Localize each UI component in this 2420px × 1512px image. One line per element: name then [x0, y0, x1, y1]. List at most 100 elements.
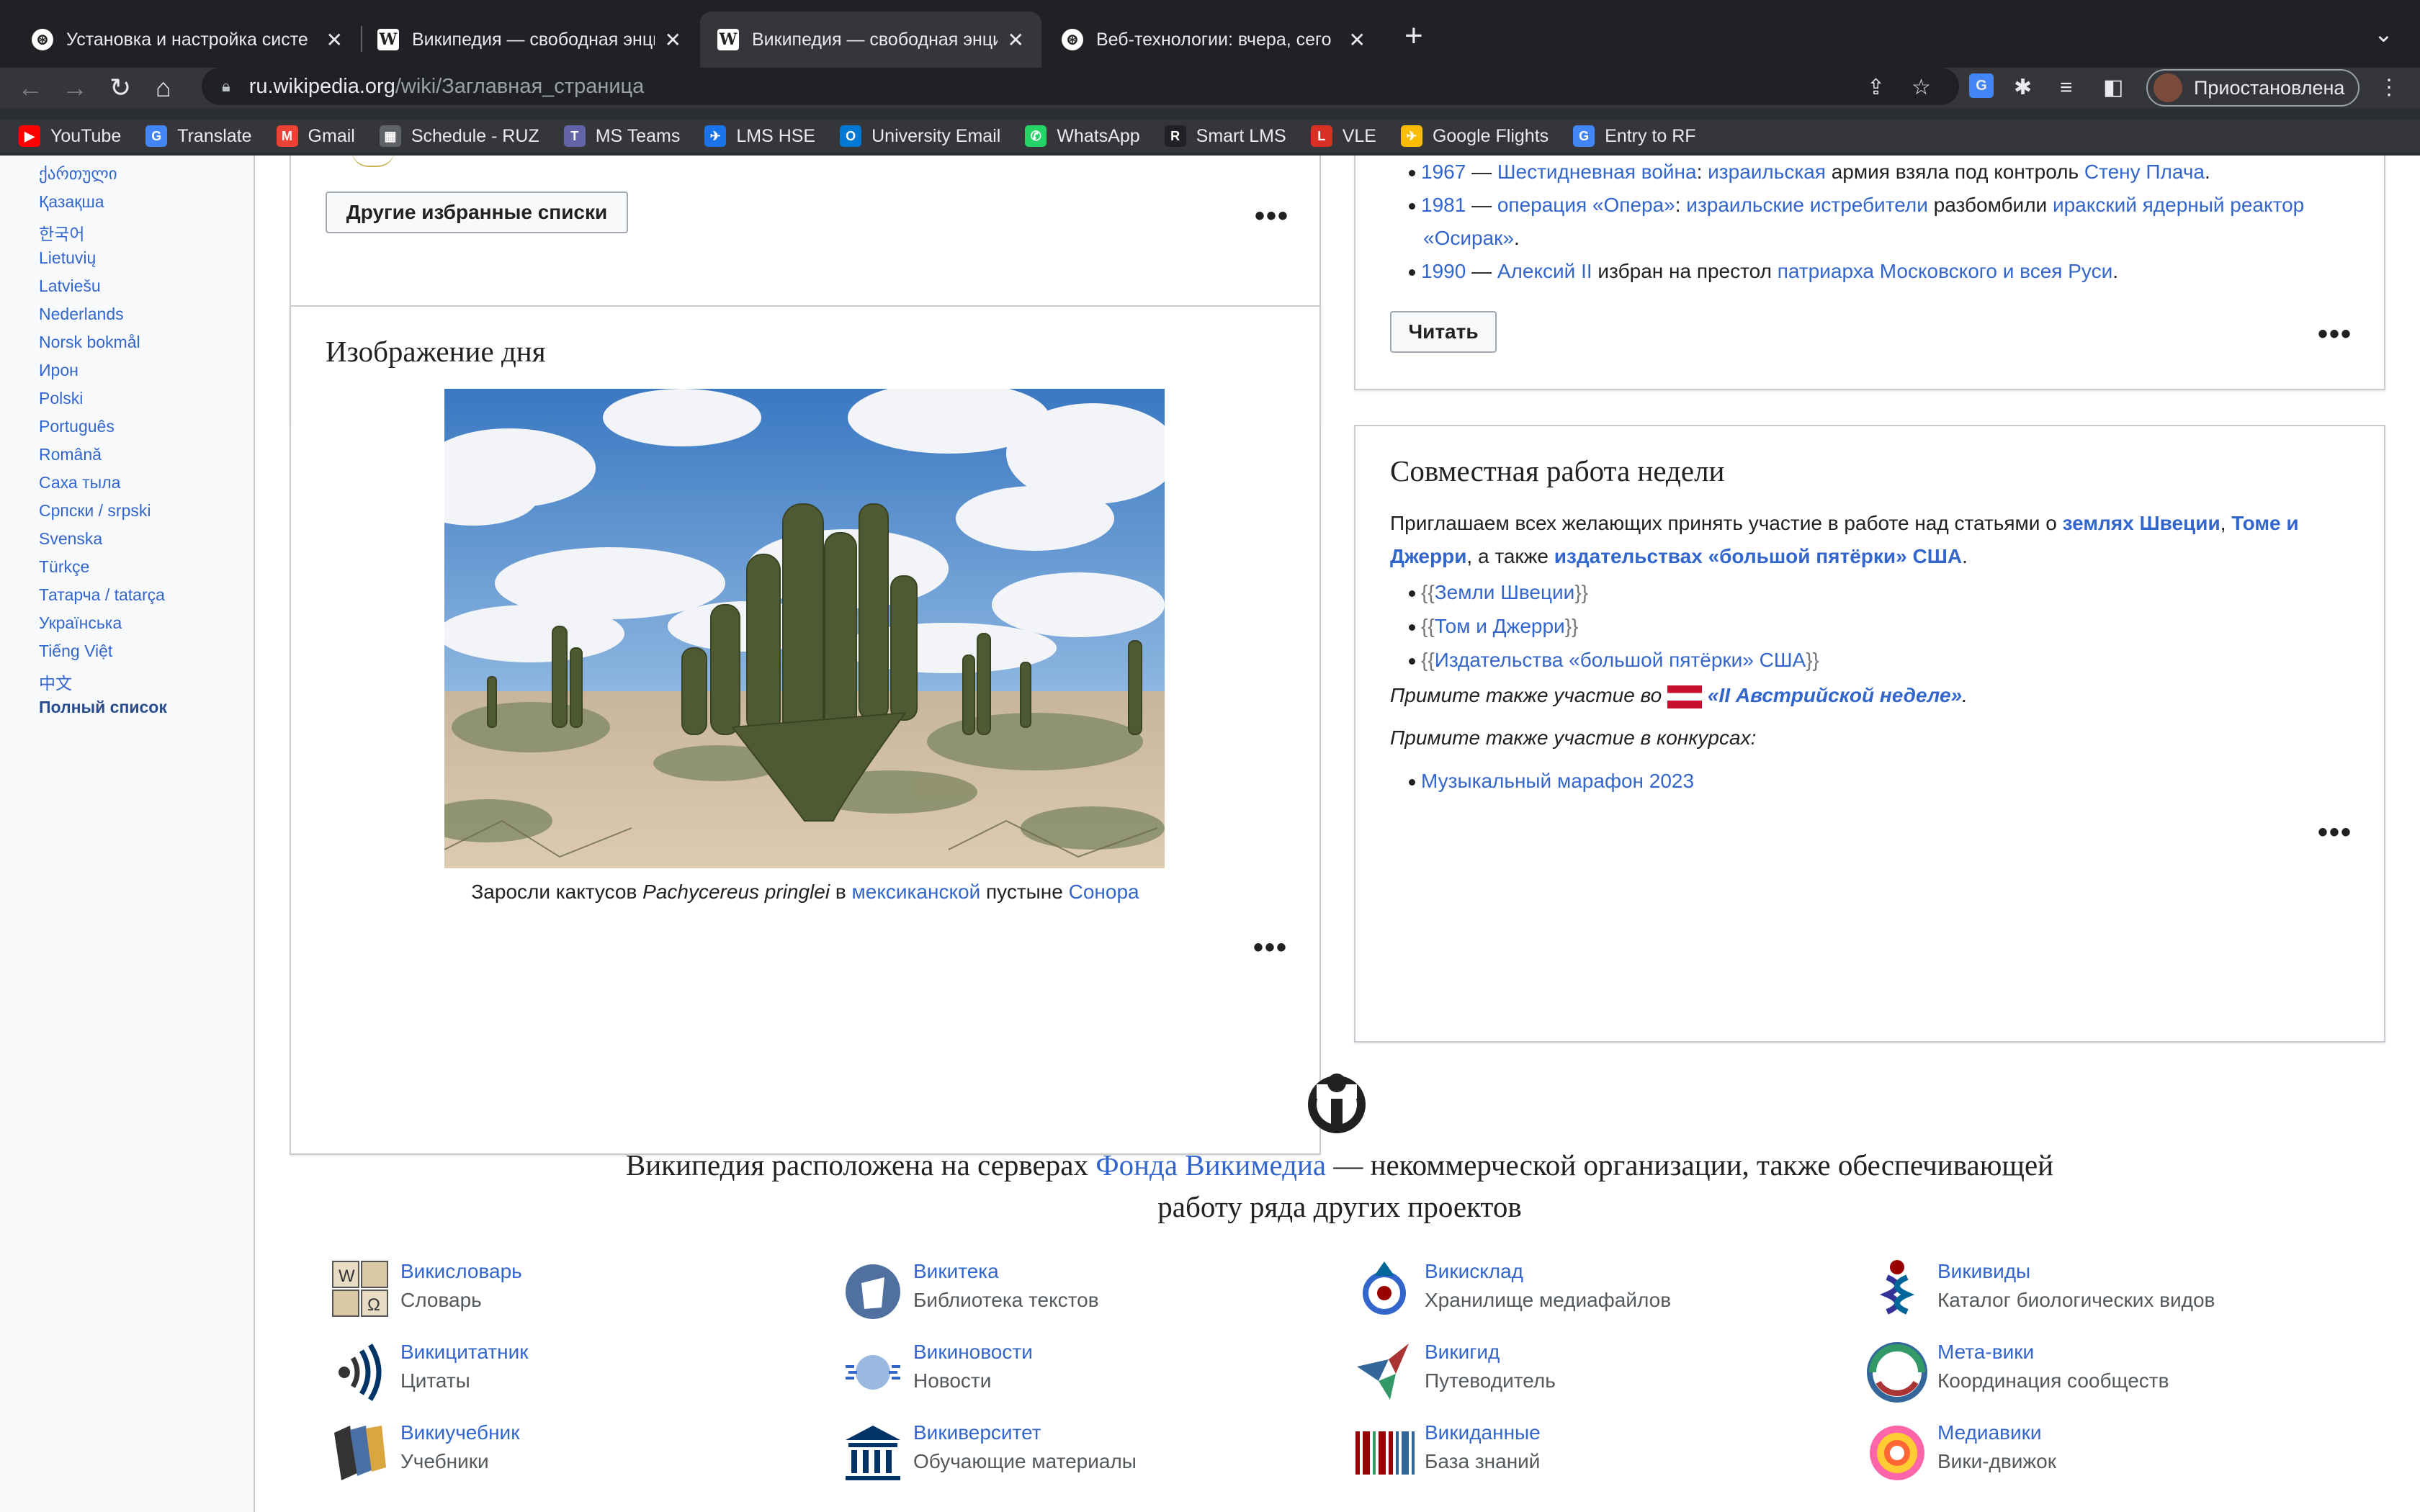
bookmark-vle[interactable]: L VLE	[1310, 125, 1376, 147]
language-link[interactable]: 中文	[39, 670, 72, 694]
language-link[interactable]: Ирон	[39, 361, 79, 380]
language-link[interactable]: Svenska	[39, 529, 102, 549]
tab-2[interactable]: W Википедия — свободная энци ✕	[360, 12, 699, 68]
wikimedia-logo-icon[interactable]	[1304, 1068, 1370, 1135]
year-link[interactable]: 1990	[1421, 260, 1466, 282]
close-tab-icon[interactable]: ✕	[1349, 28, 1366, 52]
bookmark-university-email[interactable]: O University Email	[840, 125, 1000, 147]
template-link[interactable]: Земли Швеции	[1435, 581, 1575, 603]
wikisource-icon[interactable]	[838, 1257, 908, 1326]
bookmark-smart-lms[interactable]: R Smart LMS	[1164, 125, 1286, 147]
wikispecies-icon[interactable]	[1863, 1257, 1932, 1326]
read-button[interactable]: Читать	[1390, 311, 1497, 353]
bookmark-translate[interactable]: G Translate	[145, 125, 252, 147]
template-link[interactable]: Том и Джерри	[1435, 615, 1565, 637]
big-five-publishers-link[interactable]: издательствах «большой пятёрки» США	[1554, 545, 1962, 567]
menu-kebab-icon[interactable]: ⋮	[2378, 73, 2400, 102]
wikiquote-icon[interactable]	[326, 1338, 395, 1407]
bookmark-star-icon[interactable]: ☆	[1912, 73, 1931, 102]
reload-icon[interactable]: ↻	[109, 69, 131, 107]
language-link[interactable]: Română	[39, 445, 102, 464]
language-link[interactable]: Polski	[39, 389, 83, 408]
bookmark-youtube[interactable]: ▶ YouTube	[19, 125, 121, 147]
reading-list-icon[interactable]: ≡	[2060, 73, 2073, 102]
tab-search-icon[interactable]: ⌄	[2374, 20, 2393, 48]
more-options-icon[interactable]: •••	[2318, 818, 2352, 847]
music-marathon-link[interactable]: Музыкальный марафон 2023	[1421, 770, 1694, 792]
tom-jerry-link[interactable]: Джерри	[1390, 545, 1466, 567]
sister-project-item[interactable]: Мета-вики Координация сообществ	[1863, 1338, 2169, 1407]
new-tab-button[interactable]: +	[1404, 16, 1423, 56]
alexy-ii-link[interactable]: Алексий II	[1497, 260, 1592, 282]
sister-project-item[interactable]: Викиданные База знаний	[1350, 1418, 1541, 1488]
operation-opera-link[interactable]: операция «Опера»	[1497, 194, 1675, 216]
tab-1[interactable]: ⊛ Установка и настройка систе ✕	[14, 12, 360, 68]
israeli-fighters-link[interactable]: израильские истребители	[1686, 194, 1928, 216]
project-name-link[interactable]: Викиданные	[1425, 1418, 1541, 1447]
project-name-link[interactable]: Мета-вики	[1937, 1338, 2169, 1367]
tom-jerry-link[interactable]: Томе и	[2231, 512, 2298, 534]
extensions-icon[interactable]: ✱	[2014, 73, 2032, 102]
year-link[interactable]: 1967	[1421, 161, 1466, 183]
project-name-link[interactable]: Викиверситет	[913, 1418, 1137, 1447]
sister-project-item[interactable]: Викиновости Новости	[838, 1338, 1033, 1407]
wiktionary-icon[interactable]: WΩ	[326, 1257, 395, 1326]
bookmark-lms-hse[interactable]: ✈ LMS HSE	[704, 125, 815, 147]
project-name-link[interactable]: Викиновости	[913, 1338, 1033, 1367]
side-panel-icon[interactable]: ◧	[2103, 73, 2123, 102]
wikiversity-icon[interactable]	[838, 1418, 908, 1488]
sister-project-item[interactable]: Викицитатник Цитаты	[326, 1338, 529, 1407]
wikimedia-foundation-link[interactable]: Фонда Викимедиа	[1095, 1148, 1326, 1182]
year-link[interactable]: 1981	[1421, 194, 1466, 216]
translate-extension-icon[interactable]: G	[1969, 73, 1994, 98]
language-link[interactable]: Türkçe	[39, 557, 89, 577]
more-options-icon[interactable]: •••	[1255, 202, 1289, 230]
project-name-link[interactable]: Викитека	[913, 1257, 1099, 1286]
bookmark-gmail[interactable]: M Gmail	[276, 125, 355, 147]
language-link[interactable]: 한국어	[39, 220, 84, 245]
project-name-link[interactable]: Медиавики	[1937, 1418, 2056, 1447]
more-options-icon[interactable]: •••	[2318, 320, 2352, 348]
language-link[interactable]: Саха тыла	[39, 473, 120, 492]
sister-project-item[interactable]: Викивиды Каталог биологических видов	[1863, 1257, 2215, 1326]
tab-3-active[interactable]: W Википедия — свободная энци ✕	[700, 12, 1041, 68]
six-day-war-link[interactable]: Шестидневная война	[1497, 161, 1697, 183]
profile-button[interactable]: Приостановлена	[2146, 69, 2360, 107]
address-bar[interactable]: 🔒︎ ru.wikipedia.org/wiki/Заглавная_стран…	[202, 68, 1959, 105]
project-name-link[interactable]: Викицитатник	[400, 1338, 529, 1367]
western-wall-link[interactable]: Стену Плача	[2084, 161, 2205, 183]
other-featured-lists-button[interactable]: Другие избранные списки	[326, 192, 628, 233]
project-name-link[interactable]: Викигид	[1425, 1338, 1556, 1367]
language-link[interactable]: Nederlands	[39, 305, 124, 324]
iraqi-reactor-link[interactable]: иракский ядерный реактор	[2053, 194, 2304, 216]
lock-icon[interactable]: 🔒︎	[222, 77, 230, 96]
language-link[interactable]: Português	[39, 417, 115, 436]
bookmark-whatsapp[interactable]: ✆ WhatsApp	[1025, 125, 1140, 147]
language-link[interactable]: Tiếng Việt	[39, 642, 112, 661]
project-name-link[interactable]: Викивиды	[1937, 1257, 2215, 1286]
close-tab-icon[interactable]: ✕	[1008, 28, 1024, 52]
sister-project-item[interactable]: W Ω Викисловарь Словарь	[326, 1257, 522, 1326]
back-icon[interactable]: ←	[17, 69, 43, 107]
sonora-link[interactable]: Сонора	[1069, 881, 1139, 903]
language-link[interactable]: Lietuvių	[39, 248, 96, 268]
language-link[interactable]: Српски / srpski	[39, 501, 151, 521]
forward-icon[interactable]: →	[62, 69, 88, 107]
wikinews-icon[interactable]	[838, 1338, 908, 1407]
wikivoyage-icon[interactable]	[1350, 1338, 1419, 1407]
bookmark-ms-teams[interactable]: T MS Teams	[563, 125, 680, 147]
sister-project-item[interactable]: Викигид Путеводитель	[1350, 1338, 1556, 1407]
close-tab-icon[interactable]: ✕	[665, 28, 681, 52]
project-name-link[interactable]: Викиучебник	[400, 1418, 519, 1447]
swedish-lands-link[interactable]: землях Швеции	[2063, 512, 2220, 534]
mediawiki-icon[interactable]	[1863, 1418, 1932, 1488]
wikidata-icon[interactable]	[1350, 1418, 1419, 1488]
close-tab-icon[interactable]: ✕	[326, 28, 343, 52]
austrian-week-link[interactable]: «II Австрийской неделе»	[1708, 684, 1962, 706]
home-icon[interactable]: ⌂	[156, 69, 171, 107]
sister-project-item[interactable]: Викитека Библиотека текстов	[838, 1257, 1099, 1326]
more-options-icon[interactable]: •••	[1253, 933, 1288, 962]
commons-icon[interactable]	[1350, 1257, 1419, 1326]
language-link[interactable]: Norsk bokmål	[39, 333, 140, 352]
cactus-photo[interactable]	[444, 389, 1165, 868]
